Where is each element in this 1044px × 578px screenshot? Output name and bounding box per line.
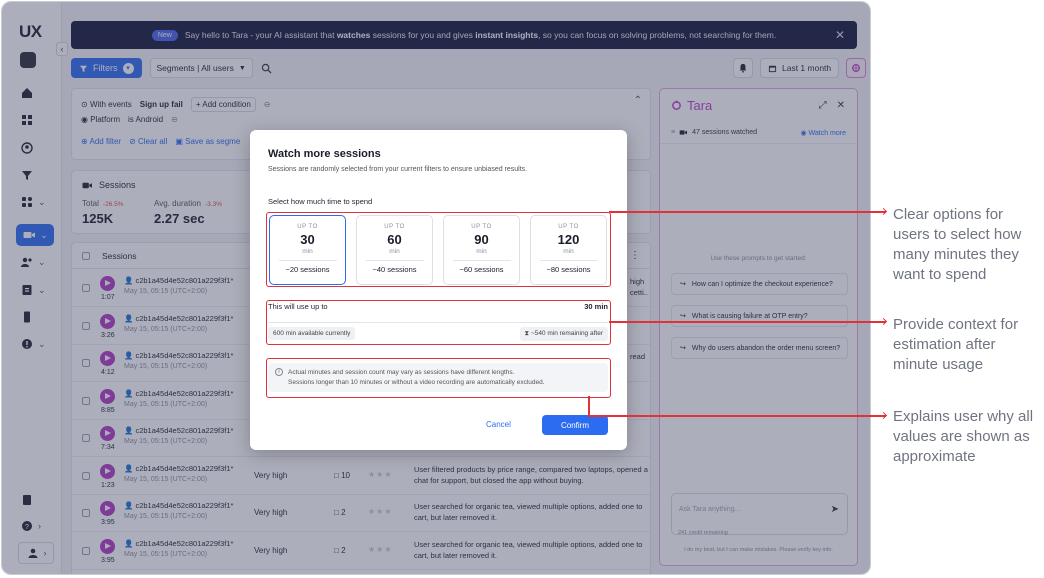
annotation-approximate: Explains user why all values are shown a… [893,408,1034,465]
app: UX ⌄ ⌄ ⌄ ⌄ ⌄ ? › › ‹ New Say hello to Ta… [2,2,870,574]
annotation-connector [609,211,886,213]
highlight-note [266,358,611,398]
cancel-button[interactable]: Cancel [486,420,511,429]
arrow-head-icon [879,411,888,420]
modal-subtitle: Sessions are randomly selected from your… [268,166,528,173]
arrow-head-icon [879,317,888,326]
highlight-usage [266,300,611,345]
annotation-connector [588,396,590,416]
highlight-options [266,212,611,287]
screenshot-frame: UX ⌄ ⌄ ⌄ ⌄ ⌄ ? › › ‹ New Say hello to Ta… [1,1,871,575]
arrow-head-icon [879,207,888,216]
annotation-options: Clear options for users to select how ma… [893,206,1022,283]
confirm-button[interactable]: Confirm [542,415,608,435]
annotation-connector [609,321,886,323]
modal-title: Watch more sessions [268,148,381,160]
annotation-context: Provide context for estimation after min… [893,316,1019,373]
watch-more-modal: Watch more sessions Sessions are randoml… [250,130,627,450]
time-question: Select how much time to spend [268,197,373,206]
annotation-connector [588,415,886,417]
